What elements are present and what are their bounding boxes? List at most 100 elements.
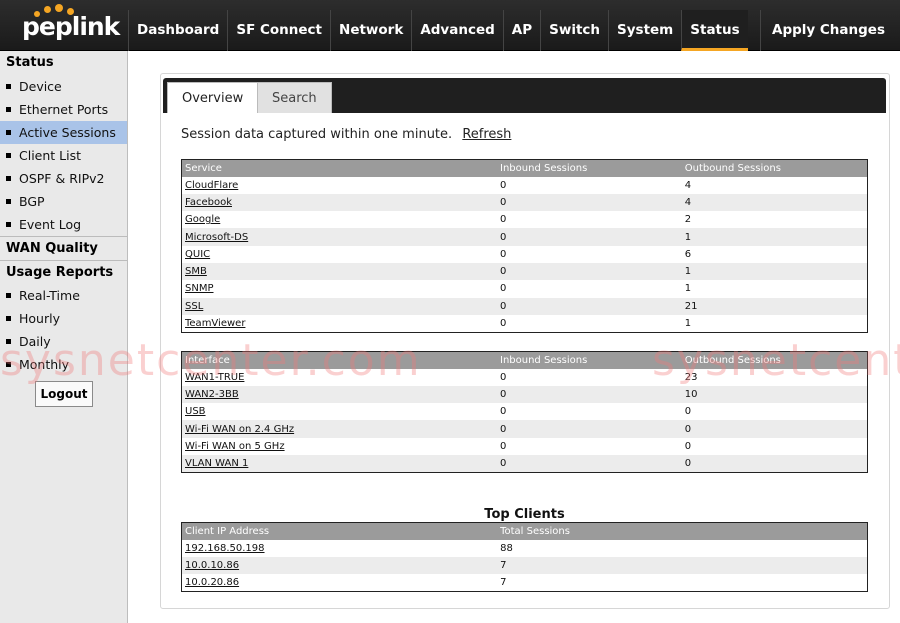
row-link[interactable]: WAN1-TRUE [181,368,497,386]
cell-value: 0 [681,437,868,455]
row-link[interactable]: Wi-Fi WAN on 2.4 GHz [181,420,497,438]
row-link[interactable]: SNMP [181,280,498,298]
cell-value: 1 [681,280,868,298]
cell-value: 0 [497,262,682,281]
table-header-row: Service Inbound Sessions Outbound Sessions [181,159,868,177]
column-header: Outbound Sessions [681,159,868,177]
table-row: Facebook 0 4 [181,193,868,212]
row-link[interactable]: Google [181,211,498,229]
nav-item-advanced[interactable]: Advanced [411,10,502,51]
table-row: SNMP 0 1 [181,280,868,298]
row-link[interactable]: TeamViewer [181,314,498,333]
row-link[interactable]: Wi-Fi WAN on 5 GHz [181,437,497,455]
row-link[interactable]: SMB [181,262,498,281]
cell-value: 0 [497,314,682,333]
table-row: 10.0.20.86 7 [181,574,868,592]
sidebar-item-active-sessions[interactable]: Active Sessions [0,121,127,144]
column-header: Client IP Address [181,522,498,540]
interfaces-table: Interface Inbound Sessions Outbound Sessio… [181,351,868,473]
cell-value: 1 [681,314,868,333]
table-row: CloudFlare 0 4 [181,176,868,194]
cell-value: 0 [497,280,682,298]
column-header: Outbound Sessions [681,351,868,369]
table-row: QUIC 0 6 [181,245,868,263]
table-row: Microsoft-DS 0 1 [181,228,868,246]
sidebar: Status Device Ethernet Ports Active Sessio… [0,51,128,623]
cell-value: 21 [681,297,868,315]
sidebar-item-real-time[interactable]: Real-Time [0,284,127,307]
nav-item-switch[interactable]: Switch [540,10,608,51]
row-link[interactable]: SSL [181,297,498,315]
row-link[interactable]: QUIC [181,245,498,263]
table-row: TeamViewer 0 1 [181,314,868,333]
cell-value: 0 [497,368,682,386]
cell-value: 0 [497,385,682,404]
nav-item-system[interactable]: System [608,10,681,51]
column-header: Inbound Sessions [497,159,682,177]
cell-value: 1 [681,228,868,246]
nav-item-ap[interactable]: AP [502,10,540,51]
sidebar-item-ethernet-ports[interactable]: Ethernet Ports [0,98,127,121]
cell-value: 88 [497,539,868,557]
refresh-link[interactable]: Refresh [462,127,511,142]
table-row: Wi-Fi WAN on 2.4 GHz 0 0 [181,420,868,438]
nav-item-status[interactable]: Status [681,10,748,51]
sidebar-head-usage-reports: Usage Reports [0,260,127,284]
row-link[interactable]: 10.0.20.86 [181,574,498,592]
top-clients-table: Client IP Address Total Sessions 192.168.5… [181,522,868,592]
nav-item-sf-connect[interactable]: SF Connect [227,10,330,51]
cell-value: 0 [497,297,682,315]
nav-item-network[interactable]: Network [330,10,411,51]
row-link[interactable]: VLAN WAN 1 [181,454,497,473]
sidebar-item-monthly[interactable]: Monthly [0,353,127,376]
tab-overview[interactable]: Overview [167,82,259,113]
table-row: 192.168.50.198 88 [181,539,868,557]
sidebar-item-client-list[interactable]: Client List [0,144,127,167]
top-navigation-bar: peplink Dashboard SF Connect Network Advanc… [0,0,900,51]
cell-value: 10 [681,385,868,404]
cell-value: 0 [497,437,682,455]
peplink-logo[interactable]: peplink [22,12,120,41]
table-row: WAN2-3BB 0 10 [181,385,868,404]
row-link[interactable]: Microsoft-DS [181,228,498,246]
table-row: VLAN WAN 100 [181,454,868,473]
tab-bar: Overview Search [163,78,886,113]
table-header-row: Interface Inbound Sessions Outbound Sessio… [181,351,868,369]
sidebar-head-status[interactable]: Status [0,51,127,75]
row-link[interactable]: WAN2-3BB [181,385,497,404]
session-note-text: Session data captured within one minute. [181,127,453,142]
cell-value: 6 [681,245,868,263]
row-link[interactable]: Facebook [181,193,498,212]
row-link[interactable]: 192.168.50.198 [181,539,498,557]
cell-value: 0 [497,211,682,229]
row-link[interactable]: CloudFlare [181,176,498,194]
nav-item-dashboard[interactable]: Dashboard [128,10,227,51]
column-header: Interface [181,351,497,369]
table-row: SMB 0 1 [181,262,868,281]
table-row: USB 0 0 [181,403,868,421]
cell-value: 0 [681,454,868,473]
cell-value: 7 [497,574,868,592]
table-row: 10.0.10.86 7 [181,556,868,575]
table-header-row: Client IP Address Total Sessions [181,522,868,540]
logout-button[interactable]: Logout [35,381,93,407]
sidebar-item-ospf-ripv2[interactable]: OSPF & RIPv2 [0,167,127,190]
cell-value: 4 [681,176,868,194]
sidebar-item-device[interactable]: Device [0,75,127,98]
column-header: Inbound Sessions [497,351,682,369]
cell-value: 4 [681,193,868,212]
row-link[interactable]: 10.0.10.86 [181,556,498,575]
sidebar-item-event-log[interactable]: Event Log [0,213,127,236]
row-link[interactable]: USB [181,403,497,421]
cell-value: 0 [497,176,682,194]
sidebar-head-wan-quality[interactable]: WAN Quality [0,236,127,260]
tab-search[interactable]: Search [257,82,332,113]
sidebar-item-hourly[interactable]: Hourly [0,307,127,330]
sidebar-item-bgp[interactable]: BGP [0,190,127,213]
cell-value: 0 [497,245,682,263]
table-row: WAN1-TRUE 0 23 [181,368,868,386]
cell-value: 0 [497,228,682,246]
table-row: Google 0 2 [181,211,868,229]
apply-changes-button[interactable]: Apply Changes [760,10,900,51]
sidebar-item-daily[interactable]: Daily [0,330,127,353]
